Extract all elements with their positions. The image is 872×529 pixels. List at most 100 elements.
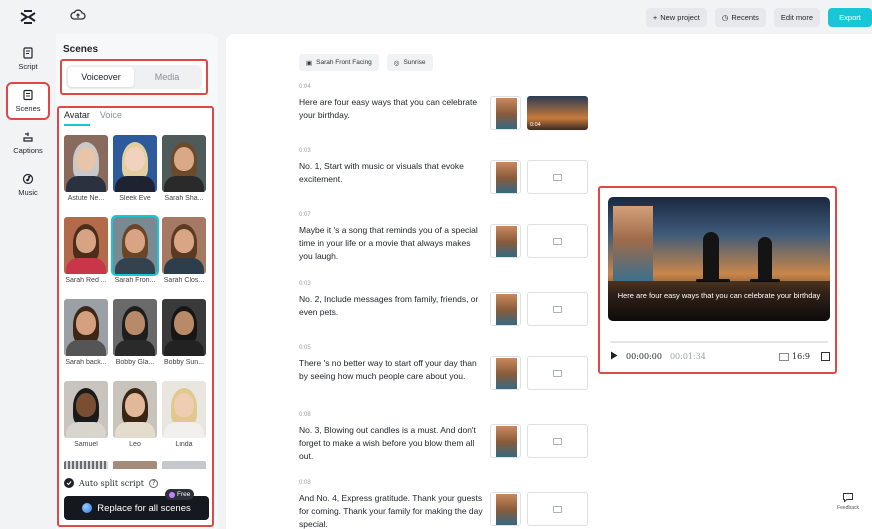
scene-media-thumb[interactable]: 0:04 — [527, 96, 588, 130]
avatar-name: Samuel — [74, 441, 98, 448]
avatar-thumb-image — [496, 358, 517, 389]
scene-script-text[interactable]: Maybe it 's a song that reminds you of a… — [299, 224, 484, 263]
avatar-card[interactable]: Sarah Fron... — [111, 215, 159, 299]
play-icon[interactable] — [610, 351, 618, 362]
scene-avatar-thumb[interactable] — [490, 492, 521, 526]
avatar-card[interactable]: Sarah Clos... — [162, 217, 206, 299]
silhouette — [758, 237, 772, 281]
scene-avatar-thumb[interactable] — [490, 356, 521, 390]
avatar-card[interactable]: Bobby Sun... — [162, 299, 206, 381]
scene-duration: 0:05 — [299, 345, 311, 351]
add-media-button[interactable] — [527, 160, 588, 194]
avatar-name: Sarah Red ... — [65, 277, 107, 284]
rail-label: Scenes — [15, 104, 41, 113]
progress-bar[interactable] — [610, 341, 828, 343]
aspect-ratio-button[interactable]: 16:9 — [779, 352, 810, 361]
avatar-body — [115, 176, 155, 192]
scene-avatar-thumb[interactable] — [490, 292, 521, 326]
preview-video[interactable]: Here are four easy ways that you can cel… — [608, 197, 830, 321]
rail-label: Captions — [13, 146, 43, 155]
scene-script-text[interactable]: There 's no better way to start off your… — [299, 357, 484, 383]
avatar-thumbnail[interactable] — [64, 217, 108, 274]
avatar-card[interactable]: Bobby Gla... — [113, 299, 157, 381]
avatar-body — [115, 422, 155, 438]
avatar-thumbnail[interactable] — [113, 135, 157, 192]
fullscreen-icon[interactable] — [821, 352, 830, 361]
recents-button[interactable]: ◷ Recents — [714, 8, 766, 27]
music-note-icon: ◎ — [393, 59, 400, 67]
avatar-overlay — [613, 206, 653, 281]
scene-avatar-thumb[interactable] — [490, 424, 521, 458]
avatar-card[interactable]: Sleek Eve — [113, 135, 157, 217]
scene-avatar-thumb[interactable] — [490, 160, 521, 194]
avatar-card[interactable]: Sarah Sha... — [162, 135, 206, 217]
scene-avatar-thumb[interactable] — [490, 224, 521, 258]
avatar-thumbnail[interactable] — [64, 381, 108, 438]
avatar-card[interactable]: Linda — [162, 381, 206, 463]
help-icon[interactable]: ? — [148, 478, 158, 488]
feedback-button[interactable]: Feedback — [836, 492, 860, 511]
plus-icon: + — [652, 13, 658, 22]
avatar-card[interactable]: Leo — [113, 381, 157, 463]
tab-voice[interactable]: Voice — [100, 110, 122, 126]
add-media-button[interactable] — [527, 224, 588, 258]
add-media-button[interactable] — [527, 424, 588, 458]
scene-script-text[interactable]: And No. 4, Express gratitude. Thank your… — [299, 492, 484, 529]
capcut-logo-icon[interactable] — [18, 7, 38, 27]
add-media-button[interactable] — [527, 292, 588, 326]
avatar-thumbnail[interactable] — [162, 299, 206, 356]
avatar-face — [125, 393, 145, 417]
check-icon[interactable] — [64, 478, 74, 488]
avatar-body — [66, 176, 106, 192]
avatar-card[interactable]: Astute Ne... — [64, 135, 108, 217]
scene-avatar-thumb[interactable] — [490, 96, 521, 130]
avatar-thumbnail[interactable] — [64, 135, 108, 192]
add-media-button[interactable] — [527, 356, 588, 390]
video-preview: Here are four easy ways that you can cel… — [598, 186, 837, 374]
clock-icon: ◷ — [721, 13, 729, 22]
scenes-icon — [23, 89, 33, 101]
avatar-thumbnail[interactable] — [162, 217, 206, 274]
avatar-card[interactable]: Samuel — [64, 381, 108, 463]
scene-script-text[interactable]: No. 1, Start with music or visuals that … — [299, 160, 484, 186]
avatar-name: Bobby Sun... — [163, 359, 205, 366]
avatar-body — [115, 340, 155, 356]
tab-avatar[interactable]: Avatar — [64, 110, 90, 126]
avatar-library: Avatar Voice Astute Ne... Sleek Eve Sarah … — [57, 106, 214, 527]
avatar-name: Astute Ne... — [67, 195, 105, 202]
avatar-thumbnail[interactable] — [162, 135, 206, 192]
avatar-thumbnail[interactable] — [113, 381, 157, 438]
export-button[interactable]: Export — [828, 8, 872, 27]
rail-item-music[interactable]: Music — [6, 166, 50, 204]
rail-item-script[interactable]: Script — [6, 40, 50, 78]
avatar-thumb-image — [496, 226, 517, 257]
avatar-card[interactable]: Sarah back... — [64, 299, 108, 381]
scene-duration: 0:07 — [299, 212, 311, 218]
avatar-chip[interactable]: ▣ Sarah Front Facing — [299, 54, 379, 71]
cloud-upload-icon[interactable] — [70, 8, 88, 26]
rail-item-captions[interactable]: Captions — [6, 124, 50, 162]
scene-script-text[interactable]: No. 3, Blowing out candles is a must. An… — [299, 424, 484, 463]
avatar-thumbnail[interactable] — [162, 381, 206, 438]
avatar-body — [66, 340, 106, 356]
rail-item-scenes[interactable]: Scenes — [6, 82, 50, 120]
scene-script-text[interactable]: Here are four easy ways that you can cel… — [299, 96, 484, 122]
new-project-button[interactable]: + New project — [645, 8, 707, 27]
avatar-thumbnail[interactable] — [64, 299, 108, 356]
auto-split-label: Auto split script — [79, 478, 144, 488]
add-media-icon — [553, 505, 562, 513]
avatar-thumbnail[interactable] — [113, 299, 157, 356]
segment-media[interactable]: Media — [134, 67, 200, 87]
music-chip[interactable]: ◎ Sunrise — [386, 54, 433, 71]
scene-duration: 0:08 — [299, 480, 311, 486]
avatar-card[interactable]: Sarah Red ... — [64, 217, 108, 299]
auto-split-option[interactable]: Auto split script ? — [64, 478, 158, 488]
export-label: Export — [839, 13, 861, 22]
avatar-thumb-image — [496, 294, 517, 325]
scene-script-text[interactable]: No. 2, Include messages from family, fri… — [299, 293, 484, 319]
avatar-thumbnail[interactable] — [111, 215, 159, 276]
add-media-button[interactable] — [527, 492, 588, 526]
segment-voiceover[interactable]: Voiceover — [68, 67, 134, 87]
edit-more-button[interactable]: Edit more — [773, 8, 820, 27]
avatar-body — [164, 258, 204, 274]
